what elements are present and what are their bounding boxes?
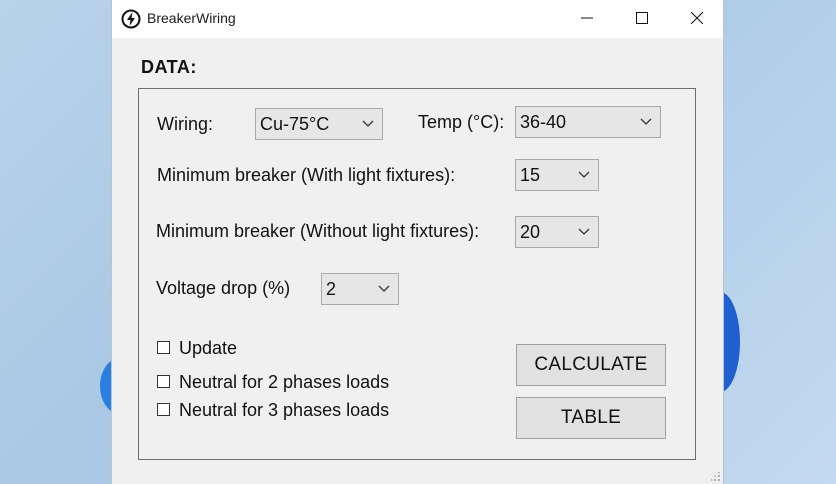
close-icon <box>691 12 703 24</box>
calculate-button[interactable]: CALCULATE <box>516 344 666 386</box>
voltage-drop-label: Voltage drop (%) <box>156 278 291 298</box>
temp-value: 36-40 <box>520 112 567 132</box>
voltage-drop-value: 2 <box>326 279 337 299</box>
min-breaker-no-light-label: Minimum breaker (Without light fixtures)… <box>156 221 480 241</box>
wiring-value: Cu-75°C <box>260 114 330 134</box>
neutral-2-phases-checkbox[interactable]: Neutral for 2 phases loads <box>157 372 417 394</box>
min-breaker-light-value: 15 <box>520 165 541 185</box>
maximize-icon <box>636 12 648 24</box>
wiring-label: Wiring: <box>157 114 214 134</box>
section-label: DATA: <box>141 57 197 77</box>
neutral-2-phases-label: Neutral for 2 phases loads <box>179 372 390 392</box>
chevron-down-icon <box>578 228 590 235</box>
min-breaker-no-light-value: 20 <box>520 222 541 242</box>
voltage-drop-select[interactable]: 2 <box>321 273 399 305</box>
checkbox-box[interactable] <box>157 375 170 388</box>
chevron-down-icon <box>378 285 390 292</box>
title-bar[interactable]: BreakerWiring <box>112 0 723 38</box>
lightning-bolt-icon <box>121 9 141 29</box>
min-breaker-no-light-select[interactable]: 20 <box>515 216 599 248</box>
checkbox-box[interactable] <box>157 403 170 416</box>
table-button[interactable]: TABLE <box>516 397 666 439</box>
data-group-box: Wiring: Cu-75°C Temp (°C): 36-40 Minimum… <box>138 88 696 460</box>
app-window: BreakerWiring DATA: Wiring: Cu-75°C Temp… <box>111 0 724 484</box>
min-breaker-light-label: Minimum breaker (With light fixtures): <box>157 165 456 185</box>
temp-label: Temp (°C): <box>418 112 505 132</box>
window-title: BreakerWiring <box>147 10 236 26</box>
neutral-3-phases-checkbox[interactable]: Neutral for 3 phases loads <box>157 400 417 422</box>
neutral-3-phases-label: Neutral for 3 phases loads <box>179 400 390 420</box>
resize-grip-icon[interactable] <box>711 472 721 482</box>
chevron-down-icon <box>640 118 652 125</box>
temp-select[interactable]: 36-40 <box>515 106 661 138</box>
checkbox-box[interactable] <box>157 341 170 354</box>
chevron-down-icon <box>578 171 590 178</box>
chevron-down-icon <box>362 120 374 127</box>
minimize-icon <box>581 12 593 24</box>
update-checkbox-label: Update <box>179 338 238 358</box>
update-checkbox[interactable]: Update <box>157 338 277 360</box>
minimize-button[interactable] <box>564 0 610 36</box>
close-button[interactable] <box>674 0 720 36</box>
wiring-select[interactable]: Cu-75°C <box>255 108 383 140</box>
min-breaker-light-select[interactable]: 15 <box>515 159 599 191</box>
maximize-button[interactable] <box>619 0 665 36</box>
